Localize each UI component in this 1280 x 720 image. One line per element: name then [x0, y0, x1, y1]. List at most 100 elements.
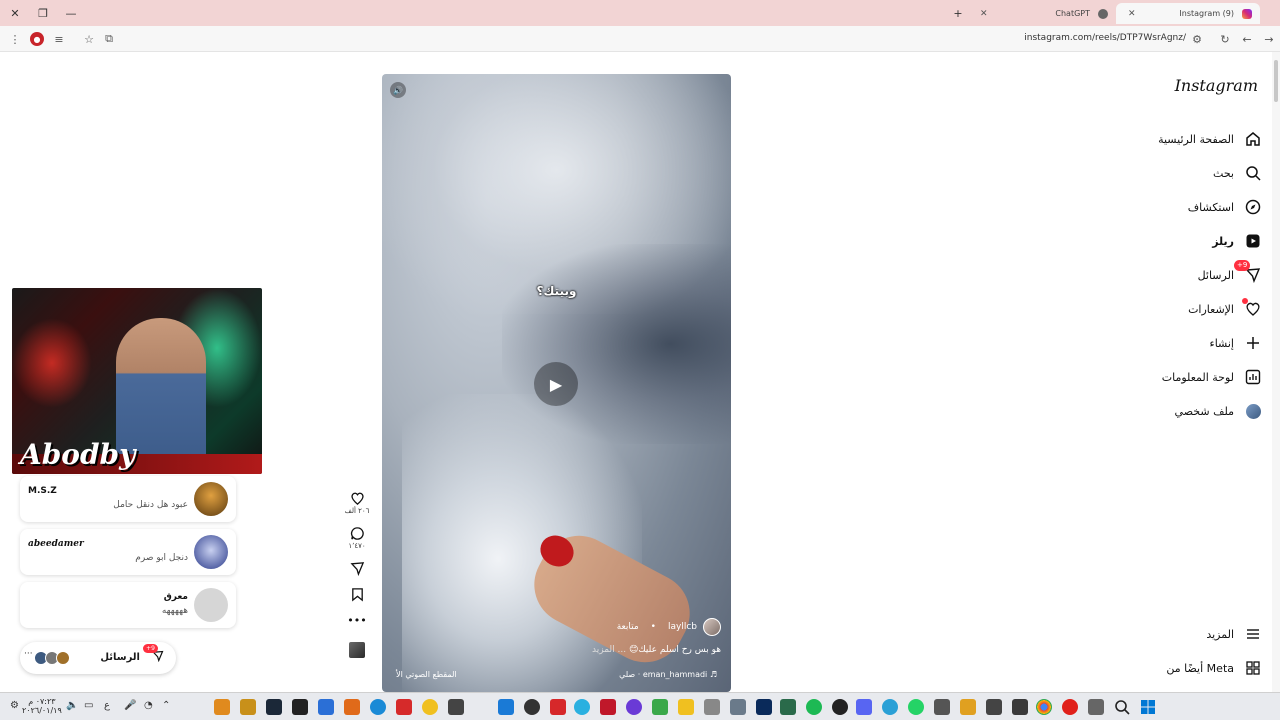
audio-thumbnail[interactable]: [349, 642, 365, 658]
browser-menu-icon[interactable]: ⋮: [8, 32, 22, 46]
browser-tab-bar: ✕ ❐ — + ChatGPT ✕ (9) Instagram ✕: [0, 0, 1280, 26]
sidebar-item-more[interactable]: المزيد: [1122, 617, 1262, 651]
chrome-icon[interactable]: [1036, 699, 1052, 715]
sidebar-item-search[interactable]: بحث: [1132, 156, 1262, 190]
taskbar-app-icon[interactable]: [370, 699, 386, 715]
close-window-icon[interactable]: ✕: [7, 5, 23, 21]
sidebar-item-home[interactable]: الصفحة الرئيسية: [1132, 122, 1262, 156]
close-tab-icon[interactable]: ✕: [1128, 9, 1136, 19]
reel-audio[interactable]: ♬ eman_hammadi · صلي المقطع الصوتي الأ: [382, 670, 731, 679]
taskbar-app-icon[interactable]: [780, 699, 796, 715]
taskbar-app-icon[interactable]: [240, 699, 256, 715]
windows-start-icon[interactable]: [1140, 699, 1156, 715]
dashboard-icon: [1244, 368, 1262, 386]
reload-icon[interactable]: ↻: [1218, 32, 1232, 46]
sidebar-item-meta[interactable]: أيضًا من Meta: [1122, 651, 1262, 685]
sidebar-item-explore[interactable]: استكشاف: [1132, 190, 1262, 224]
taskbar-app-icon[interactable]: [318, 699, 334, 715]
instagram-logo[interactable]: Instagram: [1175, 76, 1258, 95]
network-tray-icon[interactable]: ▭: [84, 700, 93, 711]
file-explorer-icon[interactable]: [678, 699, 694, 715]
app-tray-icon[interactable]: ◔: [144, 700, 153, 711]
bookmark-star-icon[interactable]: ☆: [82, 32, 96, 46]
media-controls-icon[interactable]: ≡: [52, 32, 66, 46]
sidebar-item-label: الصفحة الرئيسية: [1158, 132, 1234, 146]
taskbar-app-icon[interactable]: [344, 699, 360, 715]
like-button[interactable]: ٢٠٦ ألف: [340, 490, 374, 515]
chat-item[interactable]: M.S.Z عبود هل دنقل حامل: [20, 476, 236, 522]
chat-item[interactable]: abeedamer دنجل ابو صرم: [20, 529, 236, 575]
address-bar: ⋮ ● ≡ ☆ ⧉ instagram.com/reels/DTP7WsrAgn…: [0, 26, 1280, 52]
telegram-icon[interactable]: [882, 699, 898, 715]
discord-icon[interactable]: [856, 699, 872, 715]
taskbar-app-icon[interactable]: [292, 699, 308, 715]
messages-badge: +9: [143, 644, 158, 653]
chat-item[interactable]: معرق هههههه: [20, 582, 236, 628]
author-avatar[interactable]: [703, 618, 721, 636]
reel-video[interactable]: 🔊 وبيتك؟ ▶ layllcb • متابعة هو بس رح اسل…: [382, 74, 731, 692]
sidebar-item-label: أيضًا من Meta: [1166, 661, 1234, 675]
more-options-button[interactable]: •••: [340, 612, 374, 628]
search-icon[interactable]: [1114, 699, 1130, 715]
taskbar-app-icon[interactable]: [422, 699, 438, 715]
taskbar-app-icon[interactable]: [396, 699, 412, 715]
page-scrollbar[interactable]: [1272, 52, 1280, 692]
share-button[interactable]: [340, 560, 374, 576]
taskbar-app-icon[interactable]: [986, 699, 1002, 715]
new-tab-icon[interactable]: +: [950, 5, 966, 21]
back-arrow-icon[interactable]: ←: [1240, 32, 1254, 46]
sidebar-item-notifications[interactable]: الإشعارات: [1132, 292, 1262, 326]
open-in-app-icon[interactable]: ⧉: [102, 32, 116, 46]
taskbar-app-icon[interactable]: [652, 699, 668, 715]
steam-icon[interactable]: [266, 699, 282, 715]
site-settings-icon[interactable]: ⚙: [1190, 32, 1204, 46]
spotify-icon[interactable]: [806, 699, 822, 715]
taskbar-app-icon[interactable]: [1012, 699, 1028, 715]
sidebar-item-profile[interactable]: ملف شخصي: [1132, 394, 1262, 428]
volume-icon[interactable]: 🔊: [390, 82, 406, 98]
play-icon[interactable]: ▶: [534, 362, 578, 406]
taskbar-app-icon[interactable]: [960, 699, 976, 715]
chevron-up-icon[interactable]: ⌃: [162, 700, 170, 711]
taskbar-app-icon[interactable]: [524, 699, 540, 715]
forward-arrow-icon[interactable]: →: [1262, 32, 1276, 46]
taskbar-app-icon[interactable]: [448, 699, 464, 715]
photoshop-icon[interactable]: [756, 699, 772, 715]
profile-icon[interactable]: ●: [30, 32, 44, 46]
tab-chatgpt[interactable]: ChatGPT ✕: [968, 3, 1116, 24]
taskbar-app-icon[interactable]: [574, 699, 590, 715]
minimize-window-icon[interactable]: —: [63, 5, 79, 21]
volume-tray-icon[interactable]: 🔈: [66, 700, 78, 711]
follow-button[interactable]: متابعة: [617, 622, 639, 632]
author-username[interactable]: layllcb: [668, 622, 697, 632]
mic-tray-icon[interactable]: 🎤: [124, 700, 136, 711]
clock[interactable]: ٠٧:٢٣ م ٢٠٢٦/٠١/١٩: [22, 697, 62, 715]
messages-pill[interactable]: +9 الرسائل ···: [20, 642, 176, 674]
language-indicator[interactable]: ع: [104, 700, 110, 711]
more-dots-icon: •••: [347, 613, 367, 627]
taskbar-app-icon[interactable]: [704, 699, 720, 715]
opera-icon[interactable]: [1062, 699, 1078, 715]
comment-button[interactable]: ١٬٤٧٠: [340, 525, 374, 550]
taskbar-app-icon[interactable]: [214, 699, 230, 715]
taskbar-app-icon[interactable]: [1088, 699, 1104, 715]
taskbar-app-icon[interactable]: [934, 699, 950, 715]
taskbar-app-icon[interactable]: [498, 699, 514, 715]
url-field[interactable]: instagram.com/reels/DTP7WsrAgnz/: [1024, 33, 1186, 43]
sidebar-item-dashboard[interactable]: لوحة المعلومات: [1132, 360, 1262, 394]
taskbar-app-icon[interactable]: [832, 699, 848, 715]
restore-window-icon[interactable]: ❐: [35, 5, 51, 21]
taskbar-app-icon[interactable]: [626, 699, 642, 715]
close-tab-icon[interactable]: ✕: [980, 9, 988, 19]
whatsapp-icon[interactable]: [908, 699, 924, 715]
sidebar-item-messages[interactable]: الرسائل +9: [1132, 258, 1262, 292]
save-button[interactable]: [340, 586, 374, 602]
taskbar-app-icon[interactable]: [550, 699, 566, 715]
taskbar-app-icon[interactable]: [600, 699, 616, 715]
taskbar-app-icon[interactable]: [730, 699, 746, 715]
tab-instagram[interactable]: (9) Instagram ✕: [1116, 3, 1260, 24]
sidebar-item-reels[interactable]: ريلز: [1132, 224, 1262, 258]
settings-tray-icon[interactable]: ⚙: [10, 700, 19, 711]
sidebar-item-create[interactable]: إنشاء: [1132, 326, 1262, 360]
caption-more-link[interactable]: ... المزيد: [592, 645, 626, 655]
